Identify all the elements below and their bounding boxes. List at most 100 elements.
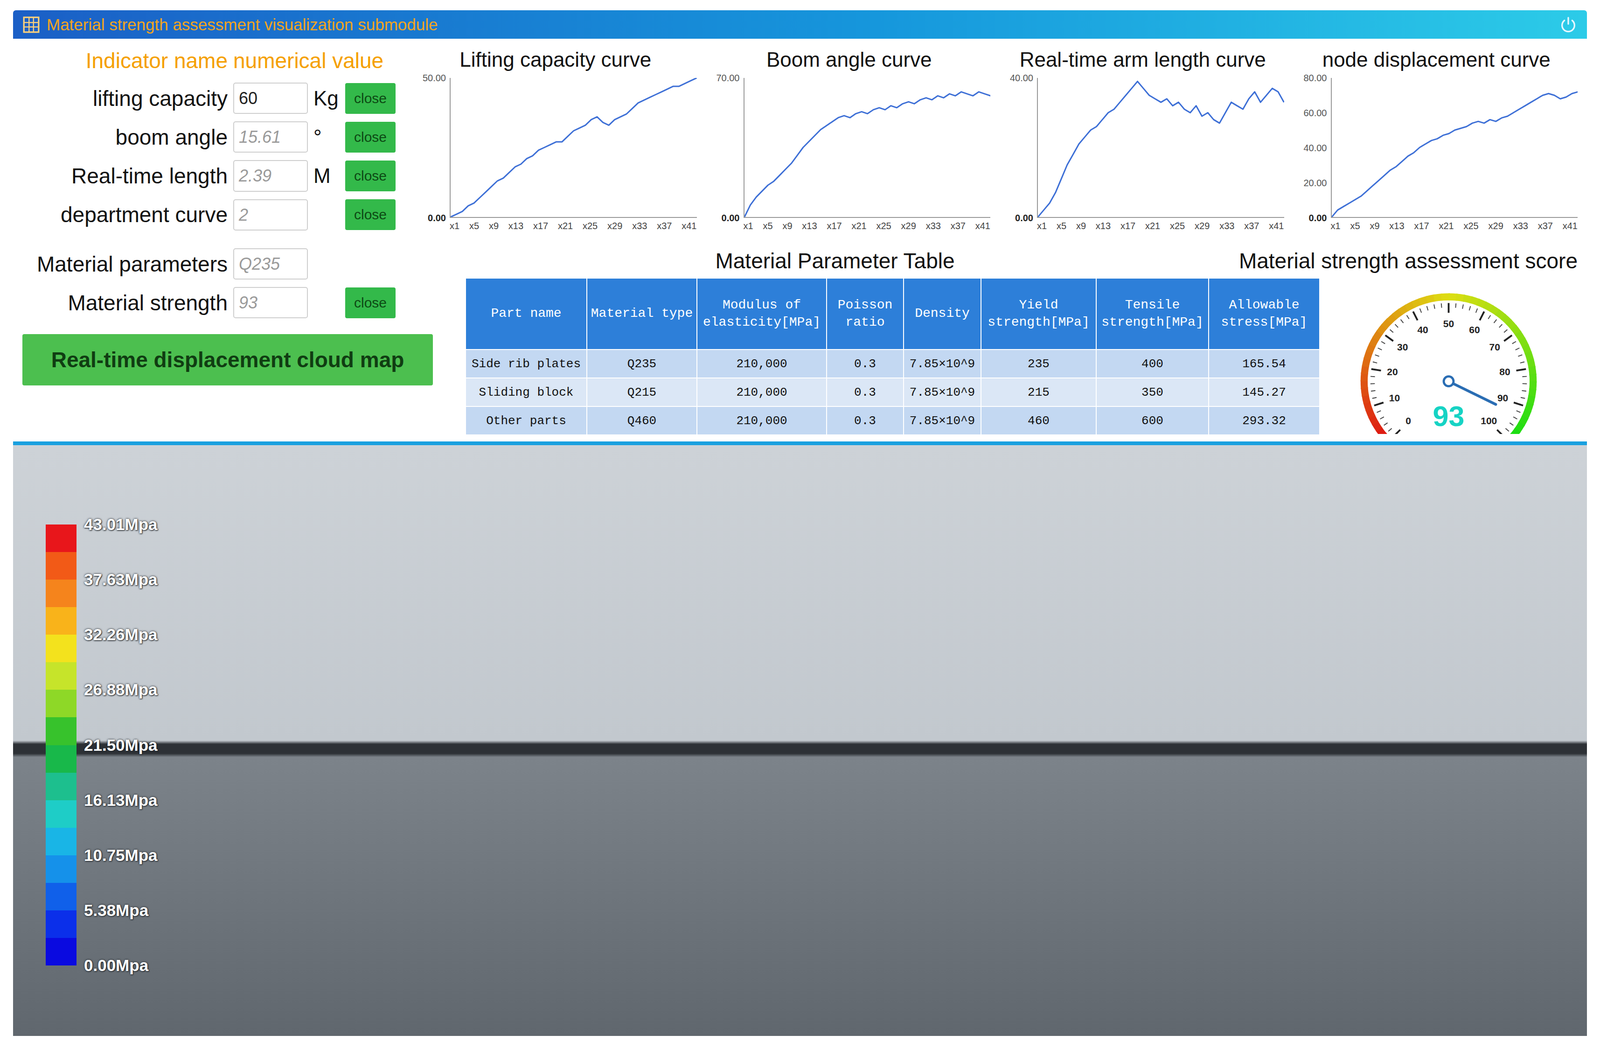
close-button[interactable]: close	[345, 287, 396, 319]
indicator-value-field[interactable]: 2.39	[233, 160, 308, 192]
table-header-cell: Poisson ratio	[826, 278, 904, 350]
table-cell: Q235	[586, 349, 697, 378]
table-cell: Q460	[586, 406, 697, 435]
y-tick-label: 40.00	[1009, 72, 1034, 84]
x-tick-label: x29	[1488, 220, 1504, 232]
line-chart: Boom angle curve0.0070.00x1x5x9x13x17x21…	[708, 46, 991, 232]
table-header-cell: Density	[903, 278, 981, 350]
x-axis: x1x5x9x13x17x21x25x29x33x37x41	[449, 217, 697, 232]
gauge-tick-label: 70	[1489, 341, 1501, 353]
indicator-label: department curve	[22, 201, 228, 228]
x-tick-label: x9	[1076, 220, 1086, 232]
indicator-unit: Kg	[313, 86, 340, 111]
indicator-value-field[interactable]: 15.61	[233, 121, 308, 153]
legend-band	[45, 910, 77, 938]
line-chart: Real-time arm length curve0.0040.00x1x5x…	[1001, 46, 1285, 232]
x-tick-label: x33	[925, 220, 941, 232]
legend-band	[45, 937, 77, 966]
series-line	[1331, 77, 1579, 217]
legend-label: 21.50Mpa	[83, 735, 158, 755]
x-tick-label: x29	[607, 220, 623, 232]
series-line	[744, 77, 991, 217]
indicator-value-field[interactable]: 60	[233, 82, 308, 114]
gauge-tick-label: 30	[1397, 341, 1408, 353]
close-button[interactable]: close	[345, 160, 396, 192]
y-axis: 0.0070.00	[708, 77, 744, 218]
stress-legend: 43.01Mpa37.63Mpa32.26Mpa26.88Mpa21.50Mpa…	[45, 524, 158, 975]
material-value-field[interactable]: Q235	[233, 248, 308, 280]
indicator-value-field[interactable]: 2	[233, 199, 308, 231]
close-button[interactable]: close	[345, 121, 396, 153]
y-tick-label: 0.00	[721, 212, 740, 224]
table-header-row: Part nameMaterial typeModulus of elastic…	[465, 278, 1320, 350]
legend-label: 32.26Mpa	[83, 625, 158, 644]
x-tick-label: x41	[1268, 220, 1284, 232]
x-tick-label: x1	[1036, 220, 1047, 232]
table-row[interactable]: Sliding blockQ215210,0000.37.85×10^92153…	[465, 377, 1320, 407]
legend-band	[45, 634, 77, 662]
x-tick-label: x9	[488, 220, 499, 232]
x-tick-label: x13	[508, 220, 524, 232]
table-cell: 0.3	[826, 406, 904, 435]
table-row[interactable]: Side rib platesQ235210,0000.37.85×10^923…	[465, 349, 1320, 378]
table-cell: 7.85×10^9	[903, 377, 981, 407]
legend-band	[45, 551, 77, 580]
y-axis: 0.0040.00	[1001, 77, 1037, 218]
table-cell: 293.32	[1208, 406, 1320, 435]
plot-area	[1036, 77, 1285, 218]
legend-band	[45, 800, 77, 828]
cloud-map-button[interactable]: Real-time displacement cloud map	[22, 333, 433, 386]
x-axis: x1x5x9x13x17x21x25x29x33x37x41	[1330, 217, 1579, 232]
table-cell: 215	[980, 377, 1097, 407]
x-tick-label: x21	[851, 220, 867, 232]
x-tick-label: x13	[801, 220, 817, 232]
table-header-cell: Yield strength[MPa]	[980, 278, 1097, 350]
plot-area	[449, 77, 697, 218]
gauge-tick-label: 20	[1386, 366, 1398, 377]
x-tick-label: x25	[1169, 220, 1185, 232]
displacement-cloud-view: 43.01Mpa37.63Mpa32.26Mpa26.88Mpa21.50Mpa…	[13, 445, 1587, 1036]
gauge-tick-label: 60	[1468, 324, 1480, 335]
x-tick-label: x37	[656, 220, 672, 232]
window-title: Material strength assessment visualizati…	[46, 15, 1553, 35]
series-line	[1037, 77, 1285, 217]
table-cell: Sliding block	[465, 377, 587, 407]
chart-title: Real-time arm length curve	[1001, 46, 1285, 78]
line-chart: Lifting capacity curve0.0050.00x1x5x9x13…	[414, 46, 697, 232]
table-row[interactable]: Other partsQ460210,0000.37.85×10^9460600…	[465, 406, 1320, 435]
x-tick-label: x17	[1413, 220, 1429, 232]
legend-label: 26.88Mpa	[83, 680, 158, 699]
power-icon[interactable]	[1558, 15, 1578, 35]
indicator-label: boom angle	[22, 124, 228, 150]
y-tick-label: 50.00	[422, 72, 446, 84]
table-cell: Other parts	[465, 406, 587, 435]
x-tick-label: x17	[1120, 220, 1136, 232]
y-tick-label: 20.00	[1303, 177, 1327, 189]
close-button[interactable]: close	[345, 199, 396, 230]
indicator-unit: °	[313, 125, 340, 149]
table-cell: 7.85×10^9	[903, 406, 981, 435]
table-cell: Side rib plates	[465, 349, 587, 378]
x-tick-label: x21	[1438, 220, 1454, 232]
indicator-name-header: Indicator name	[22, 46, 228, 76]
x-tick-label: x1	[743, 220, 754, 232]
x-tick-label: x5	[762, 220, 773, 232]
x-tick-label: x17	[533, 220, 549, 232]
y-tick-label: 0.00	[1015, 212, 1034, 224]
gauge-tick-label: 100	[1480, 415, 1497, 426]
material-value-field[interactable]: 93	[233, 286, 308, 319]
numerical-value-header: numerical value	[233, 46, 396, 76]
chart-title: Boom angle curve	[708, 46, 991, 78]
legend-label: 5.38Mpa	[83, 900, 158, 920]
x-tick-label: x25	[876, 220, 892, 232]
close-button[interactable]: close	[345, 83, 396, 114]
indicator-label: lifting capacity	[22, 85, 228, 112]
x-tick-label: x41	[975, 220, 991, 232]
gauge-tick-label: 50	[1443, 318, 1454, 329]
table-header-cell: Tensile strength[MPa]	[1096, 278, 1209, 350]
x-tick-label: x21	[557, 220, 573, 232]
assessment-panel: Indicator namenumerical valuelifting cap…	[13, 38, 1587, 442]
legend-label: 0.00Mpa	[83, 955, 158, 975]
table-header-cell: Allowable stress[MPa]	[1208, 278, 1320, 350]
legend-color-bar	[45, 524, 77, 966]
